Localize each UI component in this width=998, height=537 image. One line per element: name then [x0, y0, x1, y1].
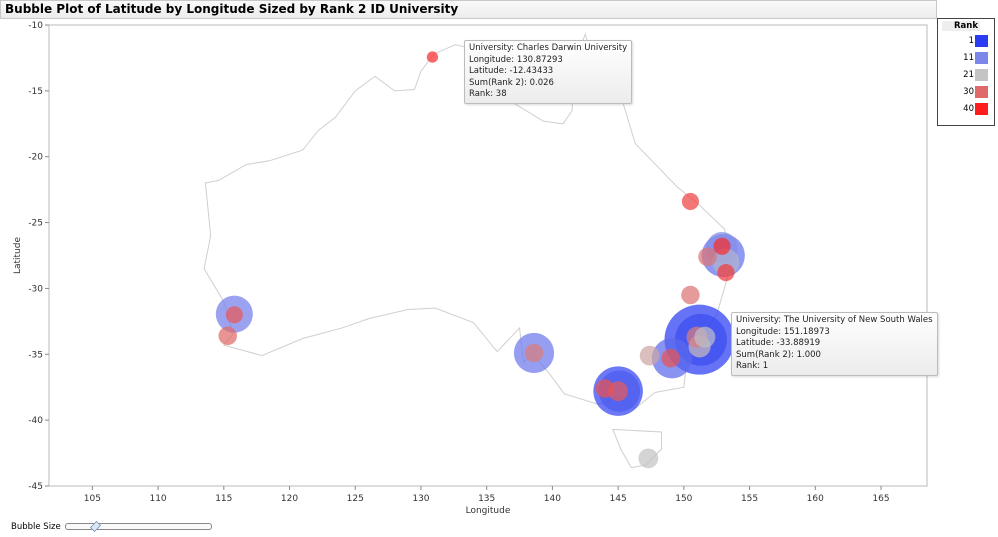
y-tick-label: -15: [28, 87, 43, 97]
legend-swatch: [975, 103, 988, 115]
x-tick-label: 120: [281, 494, 298, 504]
bubbles: [215, 51, 745, 469]
legend-item: 11: [942, 52, 990, 64]
bubble: [713, 237, 731, 255]
y-tick-label: -40: [28, 416, 43, 426]
legend-label: 11: [963, 53, 974, 63]
legend-item: 1: [942, 35, 990, 47]
legend-item: 30: [942, 86, 990, 98]
tooltip-line: Latitude: -33.88919: [736, 338, 821, 348]
legend-label: 21: [963, 70, 974, 80]
legend-item: 40: [942, 103, 990, 115]
legend-title: Rank: [942, 21, 980, 31]
x-tick-label: 160: [807, 494, 824, 504]
tooltip-line: Rank: 38: [469, 89, 507, 99]
y-tick-label: -25: [28, 219, 43, 229]
bubble: [661, 348, 680, 368]
tooltip-unsw: University: The University of New South …: [731, 312, 938, 376]
tooltip-line: University: The University of New South …: [736, 315, 933, 325]
tooltip-line: Latitude: -12.43433: [469, 66, 554, 76]
x-tick-label: 115: [215, 494, 232, 504]
legend-swatch: [975, 86, 988, 98]
bubble: [595, 379, 615, 398]
bubble-size-slider[interactable]: [65, 521, 212, 532]
y-tick-label: -35: [28, 350, 43, 360]
x-tick-label: 135: [478, 494, 495, 504]
bubble: [639, 345, 660, 366]
tooltip-charles-darwin: University: Charles Darwin University Lo…: [464, 40, 633, 104]
bubble: [225, 306, 243, 324]
y-tick-label: -30: [28, 284, 43, 294]
x-tick-label: 150: [675, 494, 692, 504]
tooltip-line: Sum(Rank 2): 0.026: [469, 77, 554, 88]
bubble: [638, 448, 659, 469]
chart-title: Bubble Plot of Latitude by Longitude Siz…: [5, 2, 459, 16]
bubble: [524, 343, 544, 363]
bubble: [681, 192, 699, 211]
tooltip-line: Longitude: 130.87293: [469, 54, 563, 65]
x-tick-label: 105: [84, 494, 101, 504]
x-axis-label: Longitude: [466, 506, 511, 516]
bubble: [698, 247, 717, 267]
legend-swatch: [975, 52, 988, 64]
bubble: [681, 285, 700, 305]
tooltip-line: Sum(Rank 2): 1.000: [736, 349, 821, 360]
x-tick-label: 125: [347, 494, 364, 504]
legend: Rank 1 11 21 30 40: [937, 18, 995, 126]
legend-label: 40: [963, 104, 974, 114]
bubble: [218, 326, 238, 346]
y-axis-label: Latitude: [13, 237, 23, 275]
x-tick-label: 165: [872, 494, 889, 504]
bubble: [694, 326, 716, 348]
y-tick-label: -45: [28, 482, 43, 492]
tooltip-line: University: Charles Darwin University: [469, 43, 628, 53]
tooltip-line: Longitude: 151.18973: [736, 326, 830, 337]
bubble: [717, 264, 735, 282]
x-tick-label: 145: [610, 494, 627, 504]
y-tick-label: -20: [28, 153, 43, 163]
legend-item: 21: [942, 69, 990, 81]
bubble-size-label: Bubble Size: [11, 522, 61, 532]
bubble: [426, 51, 439, 63]
legend-swatch: [975, 35, 988, 47]
x-tick-label: 110: [149, 494, 166, 504]
x-tick-label: 130: [412, 494, 429, 504]
title-bar: Bubble Plot of Latitude by Longitude Siz…: [0, 0, 937, 19]
legend-label: 30: [963, 87, 974, 97]
x-tick-label: 140: [544, 494, 561, 504]
legend-swatch: [975, 69, 988, 81]
tooltip-line: Rank: 1: [736, 361, 769, 371]
y-tick-label: -10: [28, 21, 43, 31]
x-tick-label: 155: [741, 494, 758, 504]
legend-label: 1: [968, 36, 974, 46]
